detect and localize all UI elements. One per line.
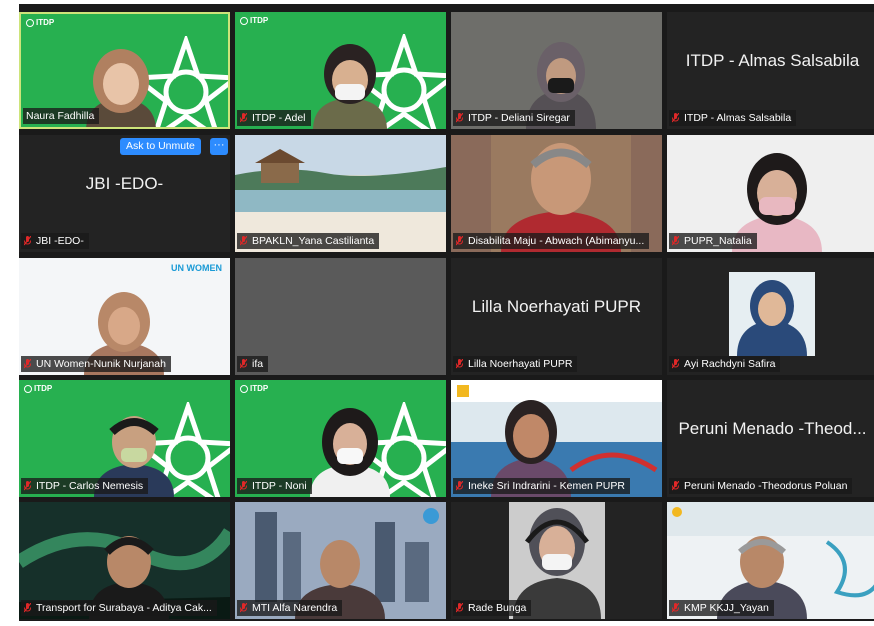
participant-display-name: Lilla Noerhayati PUPR <box>471 296 642 316</box>
participant-tile-itdp-deliani-siregar[interactable]: ITDP - Deliani Siregar <box>451 12 662 129</box>
participant-tile-pupr-natalia[interactable]: PUPR_Natalia <box>667 135 874 252</box>
participant-name: Naura Fadhilla <box>26 110 95 122</box>
participant-tile-bpakln-yana-castilianta[interactable]: BPAKLN_Yana Castilianta <box>235 135 446 252</box>
participant-name: ITDP - Carlos Nemesis <box>36 480 144 492</box>
participant-name-label: MTI Alfa Narendra <box>237 600 343 616</box>
participant-tile-itdp-noni[interactable]: ITDP ITDP - Noni <box>235 380 446 497</box>
participant-name: ITDP - Adel <box>252 112 306 124</box>
participant-name-label: Ayi Rachdyni Safira <box>669 356 781 372</box>
participant-tile-lilla-noerhayati-pupr[interactable]: Lilla Noerhayati PUPR Lilla Noerhayati P… <box>451 258 662 375</box>
participant-name: Ayi Rachdyni Safira <box>684 358 776 370</box>
participant-tile-ayi-rachdyni-safira[interactable]: Ayi Rachdyni Safira <box>667 258 874 375</box>
participant-name: Ineke Sri Indrarini - Kemen PUPR <box>468 480 625 492</box>
participant-tile-un-women-nunik-nurjanah[interactable]: UN WOMEN UN Women-Nunik Nurjanah <box>19 258 230 375</box>
itdp-logo: ITDP <box>24 384 52 393</box>
participant-name: JBI -EDO- <box>36 235 84 247</box>
itdp-logo: ITDP <box>240 16 268 25</box>
participant-tile-peruni-menado-theodorus-poluan[interactable]: Peruni Menado -Theod... Peruni Menado -T… <box>667 380 874 497</box>
participant-name-label: ITDP - Almas Salsabila <box>669 110 797 126</box>
participant-tile-ineke-sri-indrarini[interactable]: Ineke Sri Indrarini - Kemen PUPR <box>451 380 662 497</box>
participant-tile-disabilita-maju-abwach[interactable]: Disabilita Maju - Abwach (Abimanyu... <box>451 135 662 252</box>
participant-name: BPAKLN_Yana Castilianta <box>252 235 375 247</box>
participant-name-label: Naura Fadhilla <box>23 108 100 124</box>
muted-mic-icon <box>240 481 247 491</box>
participant-name: MTI Alfa Narendra <box>252 602 338 614</box>
participant-display-name: JBI -EDO- <box>85 173 164 193</box>
participant-video <box>310 408 390 497</box>
gallery-view: ITDP Naura Fadhilla ITDP ITDP - Adel ITD… <box>19 4 874 621</box>
participant-name-label: ITDP - Carlos Nemesis <box>21 478 149 494</box>
participant-name-label: BPAKLN_Yana Castilianta <box>237 233 380 249</box>
participant-name: ITDP - Deliani Siregar <box>468 112 570 124</box>
participant-name-label: JBI -EDO- <box>21 233 89 249</box>
participant-name-label: UN Women-Nunik Nurjanah <box>21 356 171 372</box>
participant-name-label: Lilla Noerhayati PUPR <box>453 356 578 372</box>
muted-mic-icon <box>672 113 679 123</box>
participant-name: Transport for Surabaya - Aditya Cak... <box>36 602 212 614</box>
participant-display-name: ITDP - Almas Salsabila <box>685 50 860 70</box>
muted-mic-icon <box>456 359 463 369</box>
participant-name-label: ITDP - Deliani Siregar <box>453 110 575 126</box>
participant-name: Lilla Noerhayati PUPR <box>468 358 573 370</box>
participant-tile-jbi-edo[interactable]: Ask to Unmute ··· JBI -EDO- JBI -EDO- <box>19 135 230 252</box>
muted-mic-icon <box>672 236 679 246</box>
participant-name: UN Women-Nunik Nurjanah <box>36 358 166 370</box>
participant-tile-rade-bunga[interactable]: Rade Bunga <box>451 502 662 619</box>
muted-mic-icon <box>24 481 31 491</box>
muted-mic-icon <box>24 603 31 613</box>
participant-name: ifa <box>252 358 264 370</box>
participant-tile-mti-alfa-narendra[interactable]: MTI Alfa Narendra <box>235 502 446 619</box>
participant-name-label: Peruni Menado -Theodorus Poluan <box>669 478 853 494</box>
muted-mic-icon <box>456 603 463 613</box>
participant-name: KMP KKJJ_Yayan <box>684 602 769 614</box>
participant-tile-naura-fadhilla[interactable]: ITDP Naura Fadhilla <box>19 12 230 129</box>
participant-name-label: ITDP - Noni <box>237 478 312 494</box>
participant-name: ITDP - Noni <box>252 480 307 492</box>
participant-name-label: ITDP - Adel <box>237 110 311 126</box>
muted-mic-icon <box>240 359 247 369</box>
participant-display-name: Peruni Menado -Theod... <box>678 418 867 438</box>
participant-video <box>313 44 387 129</box>
participant-name-label: Transport for Surabaya - Aditya Cak... <box>21 600 217 616</box>
participant-tile-ifa[interactable]: ifa <box>235 258 446 375</box>
muted-mic-icon <box>456 236 463 246</box>
participant-name: Peruni Menado -Theodorus Poluan <box>684 480 848 492</box>
participant-name: ITDP - Almas Salsabila <box>684 112 792 124</box>
participant-name-label: Disabilita Maju - Abwach (Abimanyu... <box>453 233 650 249</box>
itdp-logo: ITDP <box>26 18 54 27</box>
participant-tile-itdp-almas-salsabila[interactable]: ITDP - Almas Salsabila ITDP - Almas Sals… <box>667 12 874 129</box>
participant-name: Disabilita Maju - Abwach (Abimanyu... <box>468 235 645 247</box>
participant-name-label: KMP KKJJ_Yayan <box>669 600 774 616</box>
muted-mic-icon <box>240 236 247 246</box>
participant-name-label: ifa <box>237 356 269 372</box>
muted-mic-icon <box>240 113 247 123</box>
muted-mic-icon <box>672 359 679 369</box>
participant-tile-transport-for-surabaya-aditya[interactable]: Transport for Surabaya - Aditya Cak... <box>19 502 230 619</box>
muted-mic-icon <box>672 603 679 613</box>
muted-mic-icon <box>456 113 463 123</box>
participant-name: Rade Bunga <box>468 602 527 614</box>
un-women-logo: UN WOMEN <box>171 263 222 273</box>
participant-name-label: Rade Bunga <box>453 600 532 616</box>
muted-mic-icon <box>672 481 679 491</box>
participant-name-label: PUPR_Natalia <box>669 233 757 249</box>
itdp-logo: ITDP <box>240 384 268 393</box>
muted-mic-icon <box>24 359 31 369</box>
muted-mic-icon <box>24 236 31 246</box>
participant-tile-itdp-adel[interactable]: ITDP ITDP - Adel <box>235 12 446 129</box>
participant-name-label: Ineke Sri Indrarini - Kemen PUPR <box>453 478 630 494</box>
muted-mic-icon <box>240 603 247 613</box>
participant-tile-kmp-kkjj-yayan[interactable]: KMP KKJJ_Yayan <box>667 502 874 619</box>
muted-mic-icon <box>456 481 463 491</box>
participant-photo <box>729 272 815 356</box>
participant-name: PUPR_Natalia <box>684 235 752 247</box>
participant-tile-itdp-carlos-nemesis[interactable]: ITDP ITDP - Carlos Nemesis <box>19 380 230 497</box>
